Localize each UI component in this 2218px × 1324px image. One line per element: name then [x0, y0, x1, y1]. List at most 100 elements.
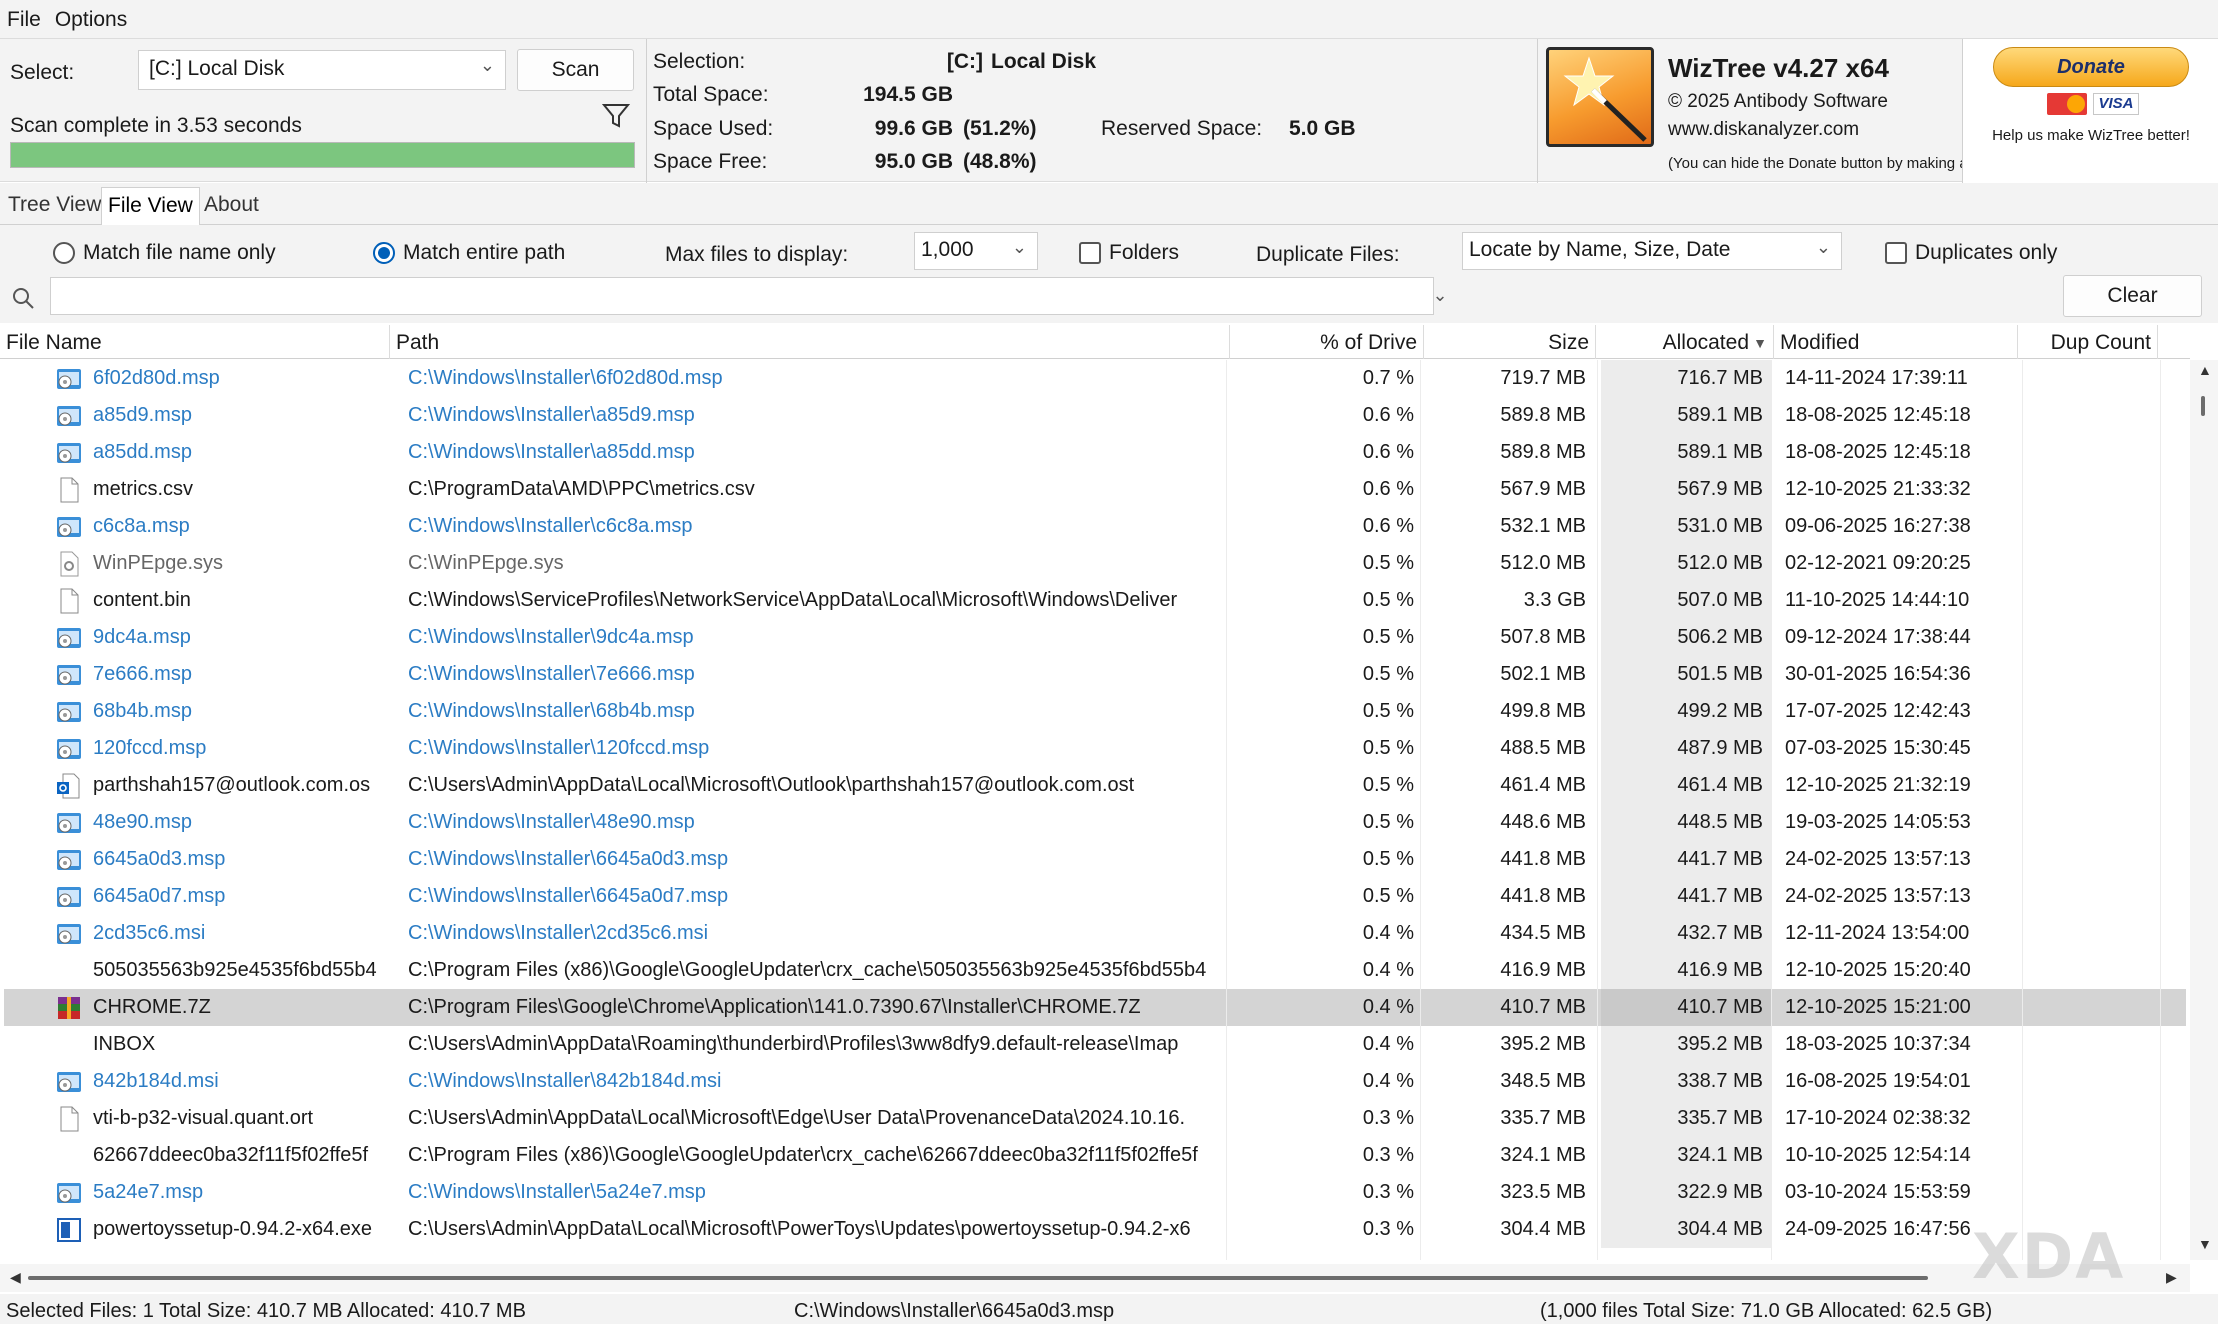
cell-size: 589.8 MB — [1500, 441, 1586, 463]
column-file-name[interactable]: File Name — [0, 325, 390, 359]
cell-pct-drive: 0.4 % — [1362, 959, 1414, 981]
table-row[interactable]: 2cd35c6.msi C:\Windows\Installer\2cd35c6.… — [4, 915, 2186, 952]
cell-size: 410.7 MB — [1500, 996, 1586, 1018]
max-files-select[interactable]: 1,000 ⌄ — [914, 232, 1038, 270]
scroll-right-icon[interactable]: ▶ — [2166, 1269, 2177, 1286]
installer-file-icon — [56, 736, 82, 762]
menu-file[interactable]: File — [0, 8, 48, 32]
cell-modified: 09-06-2025 16:27:38 — [1785, 515, 1971, 537]
horizontal-scrollbar[interactable]: ◀ ▶ — [0, 1264, 2190, 1292]
match-path-radio[interactable]: Match entire path — [373, 241, 565, 265]
select-label: Select: — [10, 61, 75, 84]
scroll-down-icon[interactable]: ▼ — [2198, 1236, 2212, 1252]
reserved-value: 5.0 GB — [1289, 117, 1356, 140]
cell-path: C:\Users\Admin\AppData\Local\Microsoft\E… — [408, 1107, 1186, 1129]
column-divider — [1226, 360, 1227, 1260]
cell-file-name: metrics.csv — [93, 478, 193, 500]
chevron-down-icon[interactable]: ⌄ — [1418, 277, 1462, 315]
column-dup-count[interactable]: Dup Count — [2018, 325, 2158, 359]
table-row[interactable]: 842b184d.msi C:\Windows\Installer\842b184… — [4, 1063, 2186, 1100]
cell-size: 488.5 MB — [1500, 737, 1586, 759]
table-row[interactable]: powertoyssetup-0.94.2-x64.exe C:\Users\Ad… — [4, 1211, 2186, 1248]
clear-button[interactable]: Clear — [2063, 275, 2202, 317]
table-row[interactable]: WinPEpge.sys C:\WinPEpge.sys 0.5 % 512.0 MB… — [4, 545, 2186, 582]
tab-tree-view[interactable]: Tree View — [2, 187, 107, 225]
table-row[interactable]: 68b4b.msp C:\Windows\Installer\68b4b.msp 0… — [4, 693, 2186, 730]
donate-help-text: Help us make WizTree better! — [1992, 127, 2190, 144]
cell-path: C:\Users\Admin\AppData\Local\Microsoft\O… — [408, 774, 1135, 796]
table-row[interactable]: metrics.csv C:\ProgramData\AMD\PPC\metric… — [4, 471, 2186, 508]
column-allocated[interactable]: Allocated ▼ — [1596, 325, 1774, 359]
column-divider — [2160, 360, 2161, 1260]
cell-path: C:\ProgramData\AMD\PPC\metrics.csv — [408, 478, 755, 500]
scan-button[interactable]: Scan — [517, 49, 634, 91]
table-row[interactable]: INBOX C:\Users\Admin\AppData\Roaming\thun… — [4, 1026, 2186, 1063]
table-row[interactable]: vti-b-p32-visual.quant.ort C:\Users\Admin… — [4, 1100, 2186, 1137]
scroll-left-icon[interactable]: ◀ — [10, 1269, 21, 1286]
duplicate-mode-select[interactable]: Locate by Name, Size, Date ⌄ — [1462, 232, 1842, 270]
folders-label: Folders — [1109, 241, 1180, 264]
selection-name: Local Disk — [991, 50, 1097, 73]
cell-file-name: 2cd35c6.msi — [93, 922, 206, 944]
cell-modified: 09-12-2024 17:38:44 — [1785, 626, 1971, 648]
cell-modified: 17-07-2025 12:42:43 — [1785, 700, 1971, 722]
status-path: C:\Windows\Installer\6645a0d3.msp — [794, 1300, 1115, 1322]
table-row[interactable]: 9dc4a.msp C:\Windows\Installer\9dc4a.msp 0… — [4, 619, 2186, 656]
cell-size: 395.2 MB — [1500, 1033, 1586, 1055]
match-path-label: Match entire path — [403, 241, 566, 264]
doc-file-icon — [56, 477, 82, 503]
duplicates-only-checkbox[interactable]: Duplicates only — [1885, 241, 2057, 265]
scroll-up-icon[interactable]: ▲ — [2198, 362, 2212, 378]
scroll-thumb[interactable] — [28, 1276, 1928, 1280]
search-input[interactable] — [50, 277, 1434, 315]
cell-size: 416.9 MB — [1500, 959, 1586, 981]
table-row[interactable]: parthshah157@outlook.com.os C:\Users\Admi… — [4, 767, 2186, 804]
column-size[interactable]: Size — [1424, 325, 1596, 359]
cell-path: C:\WinPEpge.sys — [408, 552, 564, 574]
table-row[interactable]: 6645a0d7.msp C:\Windows\Installer\6645a0d… — [4, 878, 2186, 915]
menu-options[interactable]: Options — [48, 8, 134, 32]
scroll-thumb[interactable] — [2201, 396, 2205, 416]
table-row[interactable]: 6f02d80d.msp C:\Windows\Installer\6f02d80… — [4, 360, 2186, 397]
table-row[interactable]: CHROME.7Z C:\Program Files\Google\Chrome\… — [4, 989, 2186, 1026]
cell-path: C:\Program Files\Google\Chrome\Applicati… — [408, 996, 1141, 1018]
cell-allocated: 531.0 MB — [1601, 508, 1771, 545]
filter-icon[interactable] — [601, 101, 631, 131]
table-row[interactable]: 505035563b925e4535f6bd55b4 C:\Program Fil… — [4, 952, 2186, 989]
table-row[interactable]: c6c8a.msp C:\Windows\Installer\c6c8a.msp 0… — [4, 508, 2186, 545]
table-row[interactable]: 120fccd.msp C:\Windows\Installer\120fccd.… — [4, 730, 2186, 767]
max-files-value: 1,000 — [921, 238, 974, 261]
table-row[interactable]: 7e666.msp C:\Windows\Installer\7e666.msp 0… — [4, 656, 2186, 693]
app-url-link[interactable]: www.diskanalyzer.com — [1668, 119, 1859, 141]
space-free-label: Space Free: — [653, 150, 768, 173]
tab-file-view[interactable]: File View — [101, 187, 200, 225]
table-row[interactable]: a85d9.msp C:\Windows\Installer\a85d9.msp 0… — [4, 397, 2186, 434]
cell-allocated: 512.0 MB — [1601, 545, 1771, 582]
cell-allocated: 461.4 MB — [1601, 767, 1771, 804]
drive-select[interactable]: [C:] Local Disk ⌄ — [138, 50, 506, 90]
sort-desc-icon: ▼ — [1753, 335, 1767, 351]
vertical-scrollbar[interactable]: ▲ ▼ — [2190, 360, 2218, 1260]
table-row[interactable]: content.bin C:\Windows\ServiceProfiles\Ne… — [4, 582, 2186, 619]
table-row[interactable]: a85dd.msp C:\Windows\Installer\a85dd.msp 0… — [4, 434, 2186, 471]
match-name-radio[interactable]: Match file name only — [53, 241, 276, 265]
folders-checkbox[interactable]: Folders — [1079, 241, 1179, 265]
column-path[interactable]: Path — [390, 325, 1230, 359]
cell-allocated: 335.7 MB — [1601, 1100, 1771, 1137]
cell-file-name: 505035563b925e4535f6bd55b4 — [93, 959, 377, 981]
donate-panel: Donate VISA Help us make WizTree better! — [1962, 39, 2218, 183]
table-row[interactable]: 5a24e7.msp C:\Windows\Installer\5a24e7.ms… — [4, 1174, 2186, 1211]
table-row[interactable]: 6645a0d3.msp C:\Windows\Installer\6645a0d… — [4, 841, 2186, 878]
column-modified[interactable]: Modified — [1774, 325, 2018, 359]
table-row[interactable]: 62667ddeec0ba32f11f5f02ffe5f C:\Program F… — [4, 1137, 2186, 1174]
donate-button[interactable]: Donate — [1993, 47, 2189, 87]
cell-file-name: 7e666.msp — [93, 663, 192, 685]
column-pct-drive[interactable]: % of Drive — [1230, 325, 1424, 359]
table-body: 6f02d80d.msp C:\Windows\Installer\6f02d80… — [0, 360, 2190, 1260]
cell-pct-drive: 0.3 % — [1362, 1218, 1414, 1240]
tab-about[interactable]: About — [198, 187, 265, 225]
cell-size: 719.7 MB — [1500, 367, 1586, 389]
table-row[interactable]: 48e90.msp C:\Windows\Installer\48e90.msp 0… — [4, 804, 2186, 841]
cell-file-name: a85dd.msp — [93, 441, 192, 463]
chevron-down-icon: ⌄ — [1011, 237, 1027, 257]
